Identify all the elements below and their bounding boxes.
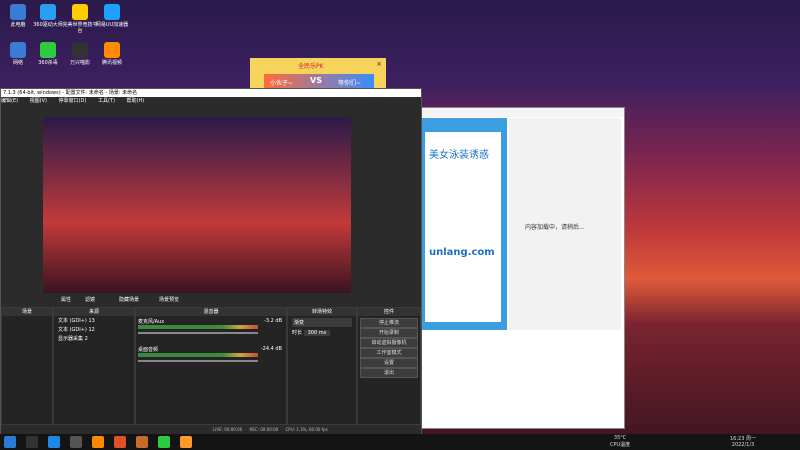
computer-icon	[10, 4, 26, 20]
pk-right-text: 等你们~	[338, 80, 362, 87]
desktop-icon-tencent-video[interactable]: 腾讯视频	[94, 42, 130, 66]
desktop-icon-filmora[interactable]: 万兴喵影	[62, 42, 98, 66]
desktop-icon-label: 万兴喵影	[69, 60, 90, 66]
volume-slider[interactable]	[138, 332, 258, 334]
play-icon	[104, 42, 120, 58]
shield-icon	[40, 42, 56, 58]
popup-title: 全民乐PK	[298, 63, 324, 70]
tab-hide-scene[interactable]: 隐藏场景	[119, 296, 139, 303]
volume-meter	[138, 325, 258, 329]
browser-titlebar[interactable]	[419, 108, 624, 117]
start-record-button[interactable]: 开始录制	[360, 328, 418, 338]
track-name: 麦克风/Aux	[138, 319, 165, 325]
menu-docks[interactable]: 停靠窗口(D)	[59, 98, 87, 104]
source-panel[interactable]: 来源 文本 (GDI+) 13 文本 (GDI+) 12 显示器采集 2	[53, 307, 135, 425]
desktop-icon-uu[interactable]: 网易UU加速器	[94, 4, 130, 28]
game-platform-icon	[72, 4, 88, 20]
loading-panel: 内容加载中，请稍后...	[509, 118, 621, 330]
desktop-icon-label: 腾讯视频	[101, 60, 122, 66]
volume-meter	[138, 353, 258, 357]
track-db: -3.2 dB	[264, 318, 282, 324]
app-icon[interactable]	[114, 436, 126, 448]
scene-panel-title: 场景	[2, 308, 52, 316]
obs-window[interactable]: 7.1.3 (64-bit, windows) - 配置文件: 未命名 - 场景…	[0, 88, 422, 436]
mixer-panel-title: 混音器	[136, 308, 286, 316]
controls-panel-title: 控件	[358, 308, 420, 316]
ad-site-text: unlang.com	[429, 247, 495, 258]
obs-preview[interactable]	[43, 117, 351, 293]
virtual-camera-button[interactable]: 启动虚拟摄像机	[360, 338, 418, 348]
tab-scene-preview[interactable]: 场景预览	[159, 296, 179, 303]
obs-titlebar: 7.1.3 (64-bit, windows) - 配置文件: 未命名 - 场景…	[1, 89, 421, 97]
pk-left-text: 小伙子~	[270, 80, 294, 87]
app-icon[interactable]	[180, 436, 192, 448]
duration-row: 时长 300 ms	[292, 329, 352, 336]
rec-status: REC: 00:00:00	[249, 427, 279, 432]
volume-slider[interactable]	[138, 360, 258, 362]
desktop-icon-label: 完美世界竞技平台	[62, 22, 98, 34]
desktop-icon-label: 360杀毒	[38, 60, 58, 66]
track-db: -24.4 dB	[260, 346, 282, 352]
edge-icon[interactable]	[48, 436, 60, 448]
settings-button[interactable]: 设置	[360, 358, 418, 368]
source-item[interactable]: 显示器采集 2	[54, 334, 134, 343]
video-editor-icon	[72, 42, 88, 58]
close-icon[interactable]: ×	[376, 60, 382, 68]
menu-help[interactable]: 帮助(H)	[127, 98, 145, 104]
tab-filters[interactable]: 滤镜	[85, 296, 95, 303]
loading-text: 内容加载中，请稍后...	[525, 224, 585, 231]
menu-tools[interactable]: 工具(T)	[98, 98, 115, 104]
clock[interactable]: 16:23 周一 2022/1/3	[730, 435, 756, 448]
desktop-icon-360-driver[interactable]: 360驱动大师	[30, 4, 66, 28]
transition-select[interactable]: 渐变	[292, 318, 352, 327]
obs-taskbar-icon[interactable]	[70, 436, 82, 448]
exit-button[interactable]: 退出	[360, 368, 418, 378]
obs-tabbar: 属性 滤镜 隐藏场景 场景预览	[1, 295, 421, 305]
desktop-icon-label: 此电脑	[10, 22, 26, 28]
driver-app-icon	[40, 4, 56, 20]
mixer-track: 麦克风/Aux -3.2 dB	[136, 316, 286, 344]
studio-mode-button[interactable]: 工作室模式	[360, 348, 418, 358]
search-icon[interactable]	[26, 436, 38, 448]
menu-view[interactable]: 视图(V)	[30, 98, 47, 104]
desktop-icon-360-antivirus[interactable]: 360杀毒	[30, 42, 66, 66]
source-item[interactable]: 文本 (GDI+) 12	[54, 325, 134, 334]
network-icon	[10, 42, 26, 58]
controls-panel[interactable]: 控件 停止推流 开始录制 启动虚拟摄像机 工作室模式 设置 退出	[357, 307, 421, 425]
tray-temp[interactable]: 35°C CPU温度	[610, 435, 630, 448]
uu-accelerator-icon	[104, 4, 120, 20]
desktop-icon-label: 网络	[12, 60, 23, 66]
taskbar[interactable]: 35°C CPU温度 16:23 周一 2022/1/3	[0, 434, 800, 450]
desktop-icon-perfect-world[interactable]: 完美世界竞技平台	[62, 4, 98, 34]
transition-panel-title: 转场特效	[288, 308, 356, 316]
source-panel-title: 来源	[54, 308, 134, 316]
ad-header-text: 美女泳装诱惑	[429, 150, 489, 161]
track-name: 桌面音频	[138, 347, 159, 353]
cpu-label: CPU温度	[610, 442, 631, 448]
mixer-panel[interactable]: 混音器 麦克风/Aux -3.2 dB 桌面音频 -24.4 dB	[135, 307, 287, 425]
obs-menubar[interactable]: 编辑(E) 视图(V) 停靠窗口(D) 工具(T) 帮助(H)	[1, 97, 421, 105]
stop-stream-button[interactable]: 停止推流	[360, 318, 418, 328]
app-icon[interactable]	[158, 436, 170, 448]
live-status: LIVE: 00:00:00	[213, 427, 243, 432]
ad-panel[interactable]: 美女泳装诱惑 unlang.com	[421, 118, 507, 330]
browser-window[interactable]: 美女泳装诱惑 unlang.com 内容加载中，请稍后...	[418, 107, 625, 429]
desktop-icon-label: 网易UU加速器	[95, 22, 129, 28]
cpu-status: CPU: 1.3%, 60.00 fps	[285, 427, 328, 432]
mixer-track: 桌面音频 -24.4 dB	[136, 344, 286, 372]
duration-value[interactable]: 300 ms	[303, 330, 331, 336]
clock-date: 2022/1/3	[731, 442, 755, 448]
tab-properties[interactable]: 属性	[61, 296, 71, 303]
windows-start-icon[interactable]	[4, 436, 16, 448]
desktop-icon-label: 360驱动大师	[33, 22, 63, 28]
clock-time: 16:23 周一	[730, 436, 756, 442]
app-icon[interactable]	[136, 436, 148, 448]
source-item[interactable]: 文本 (GDI+) 13	[54, 316, 134, 325]
app-icon[interactable]	[92, 436, 104, 448]
menu-edit[interactable]: 编辑(E)	[1, 98, 18, 104]
vs-icon: VS	[310, 76, 322, 85]
scene-panel[interactable]: 场景	[1, 307, 53, 425]
duration-label: 时长	[292, 330, 303, 336]
transition-panel[interactable]: 转场特效 渐变 时长 300 ms	[287, 307, 357, 425]
